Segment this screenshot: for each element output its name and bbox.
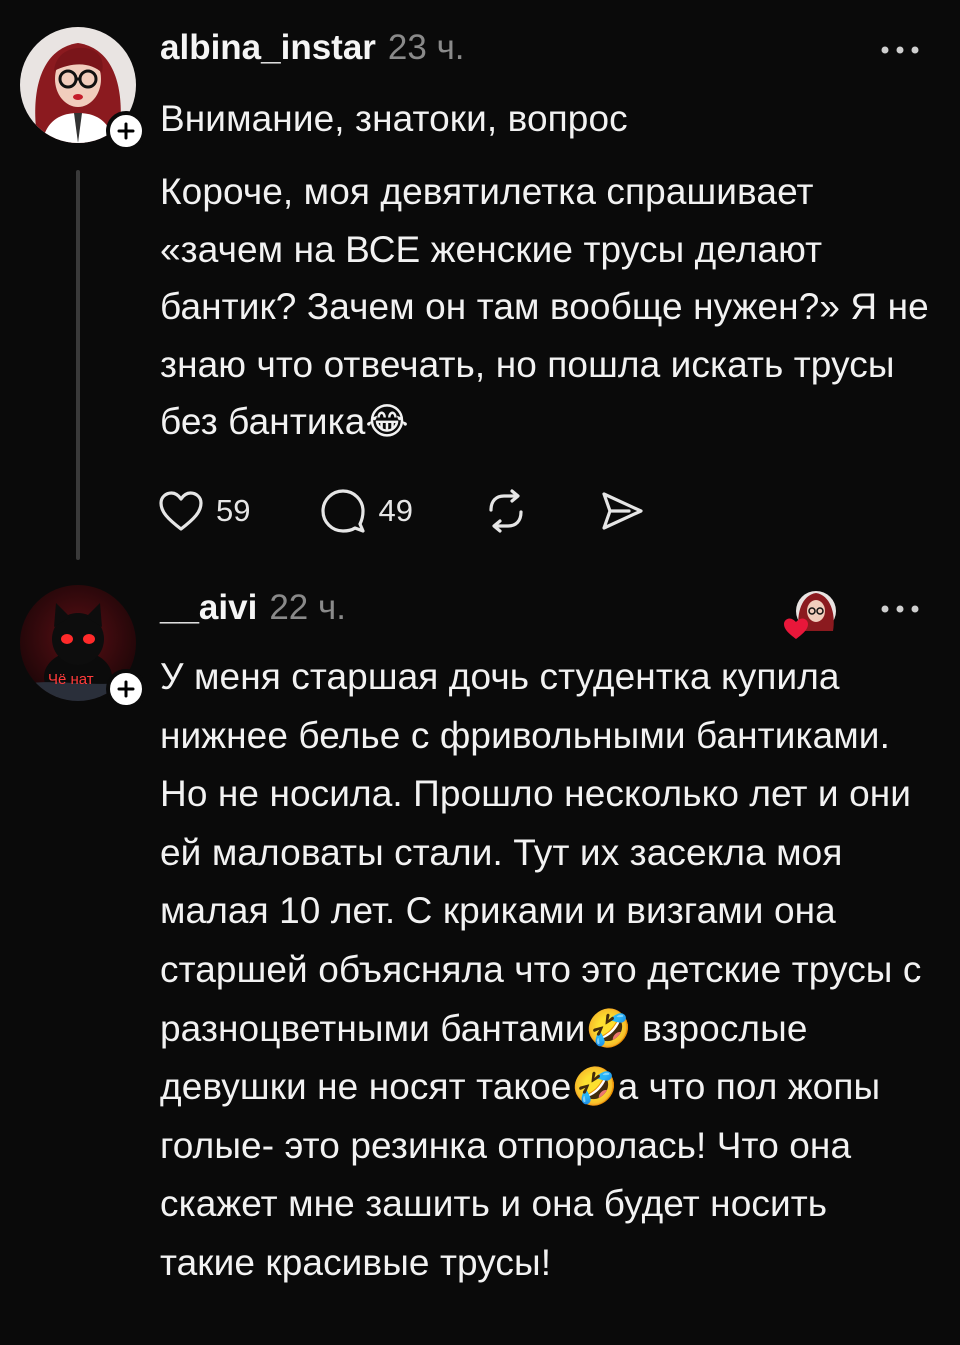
heart-badge-icon — [784, 618, 808, 639]
repost-button[interactable] — [483, 488, 529, 534]
post-text: Короче, моя девятилетка спрашивает «заче… — [160, 171, 940, 442]
heart-icon — [159, 491, 203, 531]
like-button[interactable]: 59 — [158, 490, 250, 532]
comment-button[interactable]: 49 — [320, 488, 413, 534]
reply-author-avatar[interactable]: Чё нат — [20, 585, 146, 709]
thread-post-2: Чё нат __aivi 22 ч. У меня старшая дочь … — [0, 575, 960, 1345]
post-header: albina_instar 23 ч. — [160, 28, 465, 76]
username[interactable]: __aivi — [160, 588, 257, 628]
share-button[interactable] — [599, 488, 645, 534]
comment-count: 49 — [378, 493, 413, 528]
follow-button[interactable] — [106, 669, 146, 709]
liked-by-author-indicator — [782, 585, 842, 645]
post-header: __aivi 22 ч. — [160, 588, 346, 636]
post-actions: 59 49 — [158, 485, 715, 537]
send-icon — [602, 492, 643, 530]
username[interactable]: albina_instar — [160, 28, 376, 68]
thread-connector-line — [76, 170, 80, 560]
avatar-caption: Чё нат — [48, 671, 94, 688]
post-title: Внимание, знатоки, вопрос — [160, 98, 628, 139]
like-count: 59 — [216, 493, 251, 528]
follow-button[interactable] — [106, 111, 146, 151]
repost-icon — [489, 489, 523, 533]
reply-text: У меня старшая дочь студентка купила ниж… — [160, 656, 932, 1283]
plus-icon — [117, 680, 135, 698]
more-icon[interactable] — [880, 603, 920, 615]
plus-icon — [117, 122, 135, 140]
post-author-avatar[interactable] — [20, 27, 146, 151]
timestamp: 22 ч. — [269, 588, 346, 627]
more-icon[interactable] — [880, 44, 920, 56]
comment-icon — [321, 489, 366, 533]
thread-post-1: albina_instar 23 ч. Внимание, знатоки, в… — [0, 0, 960, 570]
timestamp: 23 ч. — [387, 28, 465, 67]
